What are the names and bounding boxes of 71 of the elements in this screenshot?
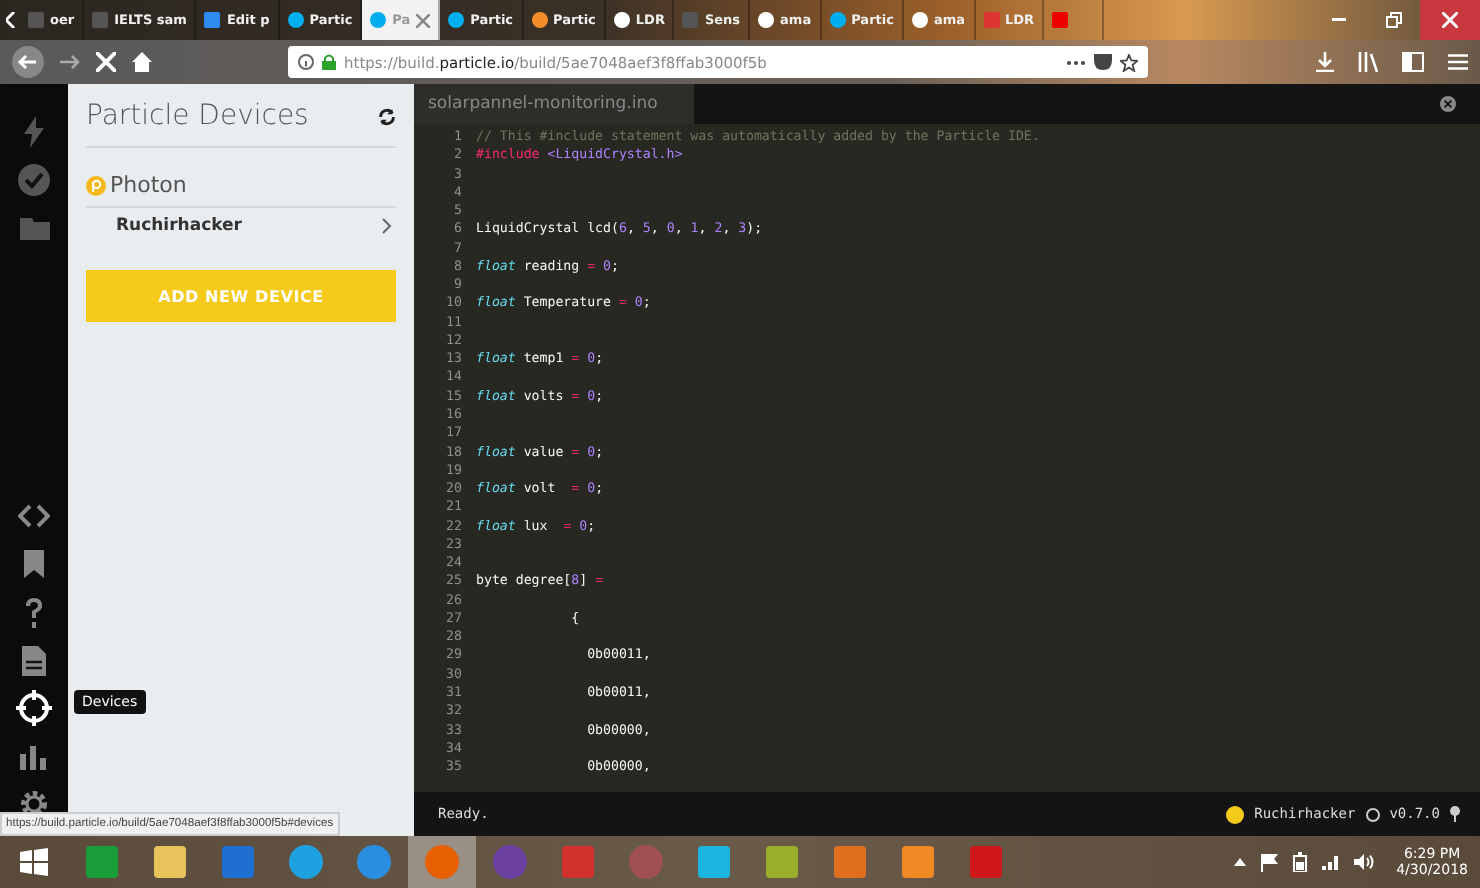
download-icon[interactable] — [1316, 52, 1334, 72]
app-icon — [968, 844, 1004, 880]
favicon-icon — [682, 12, 699, 28]
folder-icon[interactable] — [19, 216, 49, 240]
app-icon — [220, 844, 256, 880]
panel-title: Particle Devices — [86, 100, 309, 132]
app-icon — [424, 844, 460, 880]
restore-icon[interactable] — [1385, 12, 1401, 28]
refresh-icon[interactable] — [378, 107, 396, 125]
favicon-icon — [448, 12, 465, 28]
bookmark-icon[interactable] — [24, 550, 44, 578]
app-icon — [356, 844, 392, 880]
favicon-icon — [28, 12, 44, 28]
app-icon — [152, 844, 188, 880]
lock-icon — [322, 54, 336, 70]
star-icon[interactable] — [1120, 53, 1138, 71]
app-icon — [288, 844, 324, 880]
caret-up-icon[interactable] — [1234, 858, 1247, 866]
favicon-icon — [613, 12, 630, 28]
favicon-icon — [983, 12, 1000, 28]
app-icon — [764, 844, 800, 880]
favicon-icon — [204, 12, 221, 28]
close-button[interactable] — [1420, 0, 1480, 40]
sidebar-icon[interactable] — [1402, 52, 1424, 72]
volume-icon[interactable] — [1354, 854, 1375, 870]
app-icon — [696, 844, 732, 880]
favicon-icon — [758, 12, 775, 28]
file-tab[interactable]: solarpannel-monitoring.ino — [414, 84, 694, 124]
favicon-icon — [531, 12, 548, 28]
signal-icon[interactable] — [1322, 854, 1341, 870]
photon-icon — [86, 175, 106, 195]
document-icon[interactable] — [22, 645, 46, 675]
home-button[interactable] — [132, 52, 152, 72]
forward-button[interactable] — [60, 54, 80, 70]
favicon-icon — [829, 12, 846, 28]
minimize-icon[interactable] — [1332, 18, 1346, 22]
start-button[interactable] — [20, 848, 48, 876]
app-icon — [492, 844, 528, 880]
library-icon[interactable] — [1358, 52, 1378, 72]
menu-icon[interactable] — [1448, 54, 1468, 70]
close-icon[interactable] — [416, 13, 431, 27]
back-button[interactable] — [12, 46, 44, 78]
favicon-icon — [92, 12, 109, 28]
pin-icon — [1450, 806, 1460, 822]
more-icon[interactable] — [1066, 59, 1086, 65]
flag-icon[interactable] — [1260, 853, 1279, 871]
checkmark-icon[interactable] — [18, 164, 50, 196]
target-icon[interactable] — [16, 690, 52, 726]
close-icon[interactable] — [1440, 96, 1456, 112]
scroll-left-icon[interactable] — [5, 12, 15, 28]
code-icon[interactable] — [18, 504, 50, 528]
battery-icon[interactable] — [1292, 852, 1309, 872]
favicon-icon — [287, 12, 304, 28]
help-icon[interactable] — [24, 597, 44, 627]
info-icon[interactable] — [298, 54, 314, 70]
favicon-icon — [911, 12, 928, 28]
bar-chart-icon[interactable] — [20, 742, 48, 770]
favicon-icon — [1052, 12, 1069, 28]
lightning-icon[interactable] — [20, 116, 48, 148]
chevron-right-icon — [382, 218, 392, 234]
app-icon — [84, 844, 120, 880]
favicon-icon — [370, 12, 387, 28]
app-icon — [560, 844, 596, 880]
circle-icon — [1365, 807, 1380, 821]
device-status-icon — [1226, 805, 1245, 823]
device-item[interactable]: Ruchirhacker — [86, 206, 396, 244]
app-icon — [900, 844, 936, 880]
device-type-label: Photon — [110, 172, 187, 198]
app-icon — [832, 844, 868, 880]
stop-button[interactable] — [96, 52, 116, 72]
app-icon — [628, 844, 664, 880]
